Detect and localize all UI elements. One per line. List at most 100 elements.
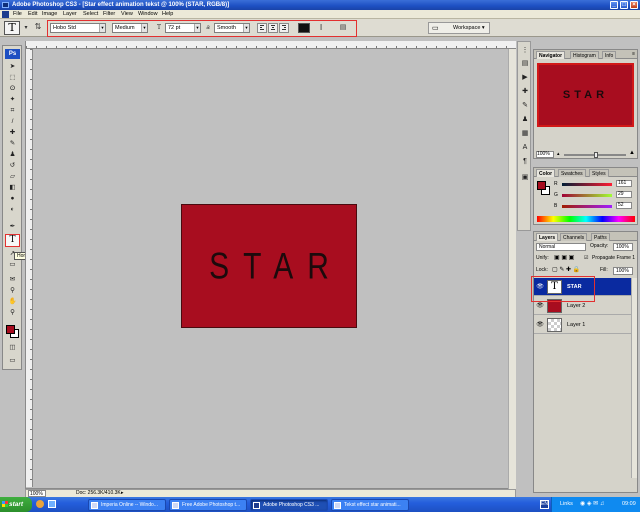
tool-presets-icon[interactable]: ✚: [520, 87, 530, 97]
tab-swatches[interactable]: Swatches: [558, 169, 586, 177]
slider-handle[interactable]: [594, 152, 598, 158]
propagate-checkbox[interactable]: ☑: [584, 255, 588, 262]
taskbar-item-imperia[interactable]: Imperia Online -- Windo...: [88, 499, 166, 511]
tab-color[interactable]: Color: [536, 169, 556, 177]
minimize-icon[interactable]: _: [610, 1, 618, 9]
clone-source-icon[interactable]: ♟: [520, 115, 530, 125]
navigator-zoom-field[interactable]: 100%: [536, 151, 554, 158]
green-slider[interactable]: [562, 194, 612, 197]
crop-tool-icon[interactable]: ⌗: [6, 107, 19, 115]
menu-filter[interactable]: Filter: [103, 10, 115, 19]
eyedropper-tool-icon[interactable]: ⚲: [6, 287, 19, 295]
dock-grip-icon[interactable]: ⋮: [520, 46, 530, 56]
menu-file[interactable]: File: [13, 10, 22, 19]
pen-tool-icon[interactable]: ✒: [6, 223, 19, 231]
visibility-eye-icon[interactable]: 👁: [536, 321, 544, 329]
color-spectrum-ramp[interactable]: [537, 216, 635, 222]
firefox-quicklaunch-icon[interactable]: [36, 500, 44, 508]
animation-panel-icon[interactable]: ▣: [520, 173, 530, 183]
layer-comps-icon[interactable]: ▦: [520, 129, 530, 139]
close-icon[interactable]: ×: [630, 1, 638, 9]
brushes-panel-icon[interactable]: ✎: [520, 101, 530, 111]
tab-styles[interactable]: Styles: [589, 169, 609, 177]
screen-mode-icon[interactable]: ▭: [6, 357, 19, 365]
panel-menu-icon[interactable]: ≡: [632, 51, 635, 57]
red-slider[interactable]: [562, 183, 612, 186]
desktop-quicklaunch-icon[interactable]: [48, 500, 56, 508]
red-value[interactable]: 161: [616, 180, 632, 187]
quick-mask-icon[interactable]: ◫: [6, 344, 19, 352]
layer-row-layer-1[interactable]: 👁 Layer 1: [534, 316, 631, 334]
tool-preset-dropdown-icon[interactable]: ▾: [22, 24, 30, 32]
history-panel-icon[interactable]: ▤: [520, 59, 530, 69]
blur-tool-icon[interactable]: ●: [6, 195, 19, 203]
menu-window[interactable]: Window: [138, 10, 158, 19]
taskbar-item-free-photoshop[interactable]: Free Adobe Photoshop t...: [169, 499, 247, 511]
hand-tool-icon[interactable]: ✋: [6, 298, 19, 306]
lock-icons[interactable]: ▢ ✎ ✚ 🔒: [552, 267, 580, 274]
zoom-level[interactable]: 100%: [28, 490, 46, 497]
current-tool-type-icon[interactable]: T: [4, 21, 20, 35]
dodge-tool-icon[interactable]: ◐: [6, 206, 19, 214]
zoom-tool-icon[interactable]: ⚲: [6, 309, 19, 317]
lasso-tool-icon[interactable]: ʘ: [6, 85, 19, 93]
move-tool-icon[interactable]: ➤: [6, 63, 19, 71]
character-panel-dock-icon[interactable]: A: [520, 143, 530, 153]
horizontal-type-tool-button[interactable]: T: [5, 234, 20, 247]
brush-tool-icon[interactable]: ✎: [6, 140, 19, 148]
visibility-eye-icon[interactable]: 👁: [536, 302, 544, 310]
start-button[interactable]: start: [0, 497, 32, 512]
menu-edit[interactable]: Edit: [28, 10, 37, 19]
tab-histogram[interactable]: Histogram: [570, 51, 599, 59]
document-canvas[interactable]: STAR: [181, 204, 357, 328]
blend-mode-select[interactable]: Normal: [536, 243, 586, 251]
marquee-tool-icon[interactable]: ⬚: [6, 74, 19, 82]
taskbar-item-tekst-effect[interactable]: Tekst effect star animati...: [331, 499, 409, 511]
layer-name[interactable]: Layer 1: [567, 316, 585, 334]
opacity-field[interactable]: 100%: [613, 243, 633, 251]
gradient-tool-icon[interactable]: ◧: [6, 184, 19, 192]
actions-panel-icon[interactable]: ▶: [520, 73, 530, 83]
tab-info[interactable]: Info: [602, 51, 617, 59]
tab-layers[interactable]: Layers: [536, 233, 559, 241]
taskbar-item-photoshop[interactable]: Adobe Photoshop CS3 ...: [250, 499, 328, 511]
eraser-tool-icon[interactable]: ▱: [6, 173, 19, 181]
tray-icons[interactable]: ◉ ◈ ✉ ♫: [580, 497, 604, 512]
tab-navigator[interactable]: Navigator: [536, 51, 566, 59]
history-brush-tool-icon[interactable]: ↺: [6, 162, 19, 170]
foreground-color-swatch[interactable]: [6, 325, 15, 334]
green-value[interactable]: 29: [616, 191, 632, 198]
menu-image[interactable]: Image: [42, 10, 57, 19]
text-orientation-icon[interactable]: ⇅: [34, 23, 42, 31]
menu-help[interactable]: Help: [162, 10, 173, 19]
navigator-zoom-slider[interactable]: [564, 152, 626, 158]
fill-field[interactable]: 100%: [613, 267, 633, 275]
slice-tool-icon[interactable]: /: [6, 118, 19, 126]
links-label[interactable]: Links: [560, 497, 573, 512]
tab-paths[interactable]: Paths: [591, 233, 610, 241]
blue-slider[interactable]: [562, 205, 612, 208]
ps-menu-icon[interactable]: [2, 11, 9, 18]
unify-icons[interactable]: ▣ ▣ ▣: [554, 255, 574, 262]
menu-view[interactable]: View: [121, 10, 133, 19]
notes-tool-icon[interactable]: ✉: [6, 276, 19, 284]
status-menu-arrow-icon[interactable]: ▸: [121, 490, 124, 497]
zoom-out-icon[interactable]: ▴: [557, 151, 560, 157]
shape-tool-icon[interactable]: ▭: [6, 261, 19, 269]
maximize-icon[interactable]: □: [620, 1, 628, 9]
layers-scrollbar[interactable]: [631, 278, 637, 478]
paragraph-panel-icon[interactable]: ¶: [520, 157, 530, 167]
workspace-button[interactable]: ▭ Workspace ▾: [428, 22, 490, 34]
document-vertical-scrollbar[interactable]: [508, 49, 516, 489]
menu-select[interactable]: Select: [83, 10, 98, 19]
magic-wand-tool-icon[interactable]: ✦: [6, 96, 19, 104]
tab-channels[interactable]: Channels: [560, 233, 588, 241]
blue-value[interactable]: 52: [616, 202, 632, 209]
navigator-thumbnail[interactable]: STAR: [537, 63, 634, 127]
language-icon[interactable]: EN: [540, 500, 549, 509]
clone-stamp-tool-icon[interactable]: ♟: [6, 151, 19, 159]
color-fg-swatch[interactable]: [537, 181, 546, 190]
healing-brush-tool-icon[interactable]: ✚: [6, 129, 19, 137]
zoom-in-icon[interactable]: ▲: [629, 150, 635, 156]
menu-layer[interactable]: Layer: [63, 10, 77, 19]
